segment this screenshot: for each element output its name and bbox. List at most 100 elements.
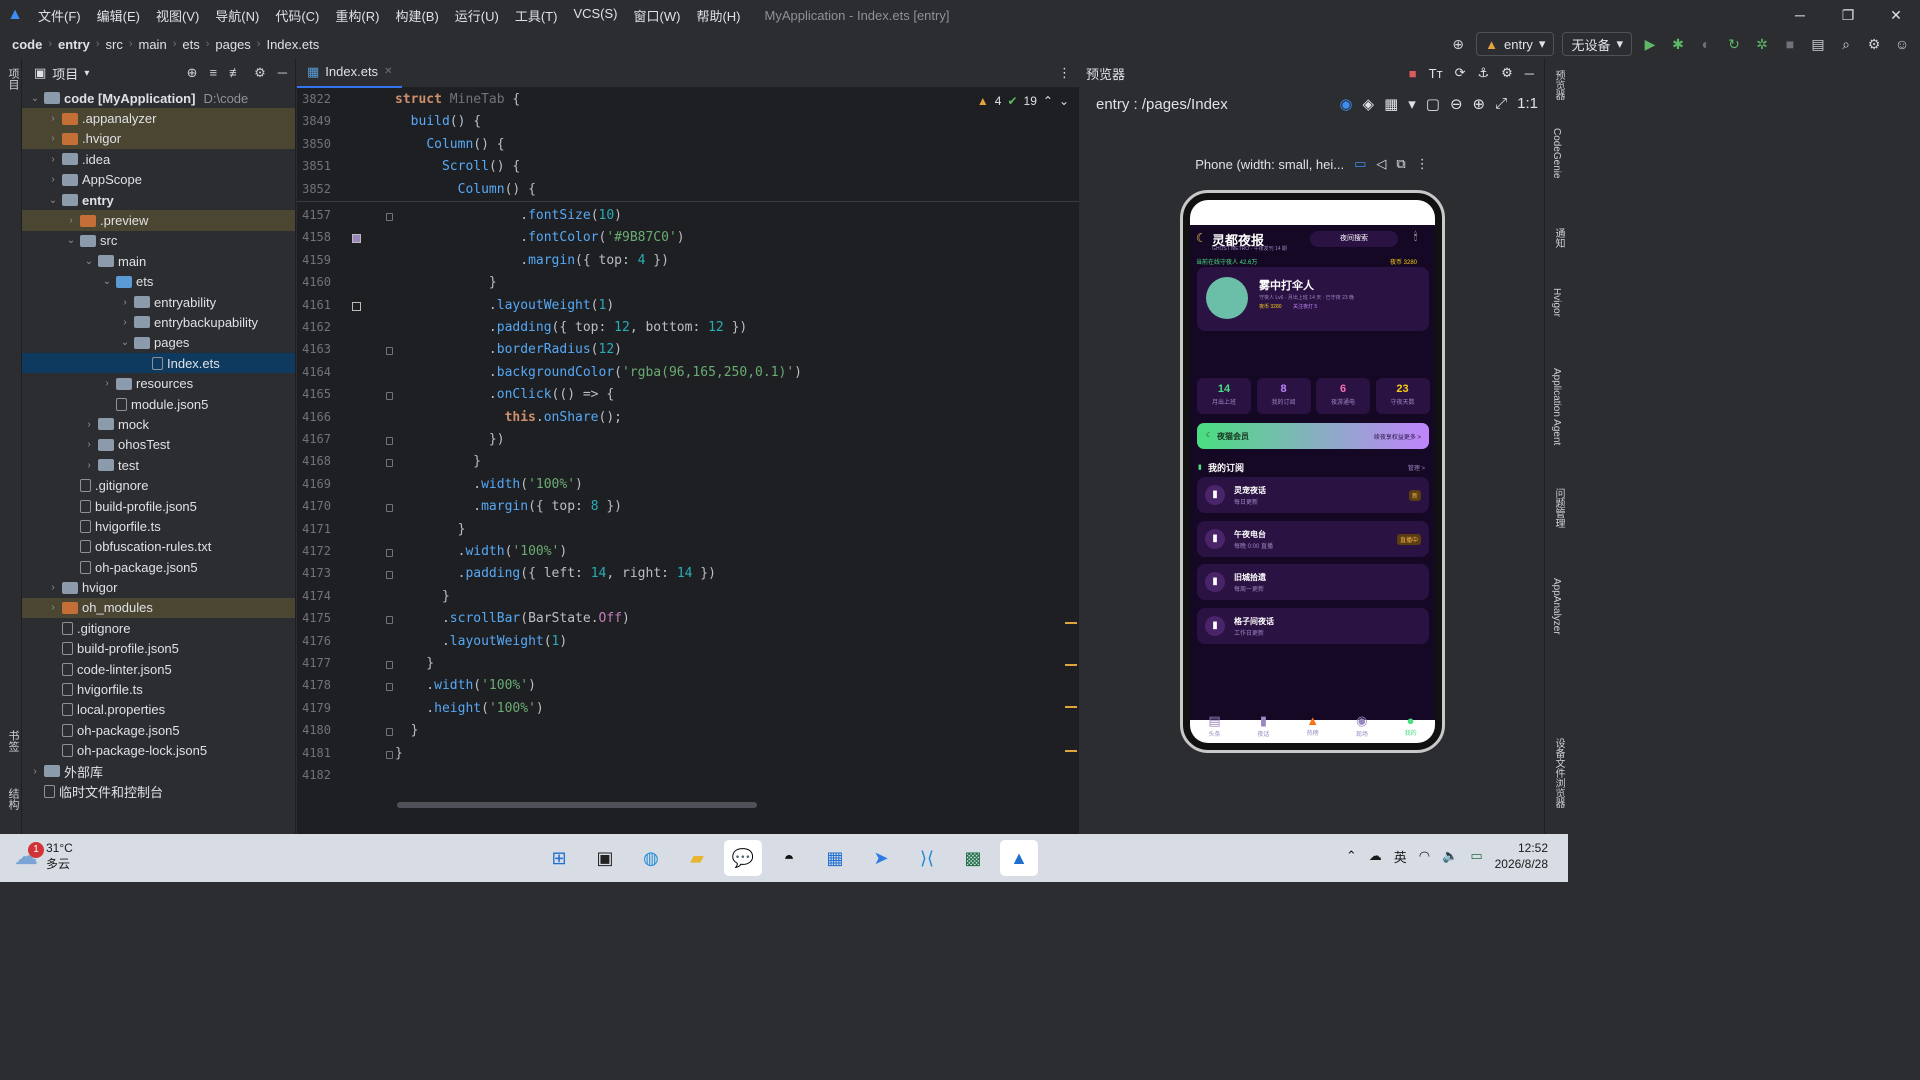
chevron-right-icon[interactable]: › (118, 317, 132, 328)
grid-icon[interactable]: ▦ (1384, 95, 1398, 113)
menu-item[interactable]: 重构(R) (327, 6, 387, 25)
search-button[interactable]: 夜间搜索 (1310, 231, 1398, 247)
tree-item[interactable]: › oh_modules (22, 597, 295, 619)
chevron-right-icon[interactable]: › (46, 154, 60, 165)
subscription-item[interactable]: ▮ 灵宠夜话 每日更新 新 (1197, 477, 1429, 513)
tree-item[interactable]: build-profile.json5 (22, 496, 295, 516)
code-line[interactable]: build() { (395, 114, 481, 129)
code-line[interactable]: } (395, 746, 403, 761)
tool-window-button[interactable]: 问题管理 (1551, 488, 1566, 528)
code-line[interactable]: .width('100%') (395, 477, 583, 492)
tree-item[interactable]: › .preview (22, 210, 295, 231)
menu-item[interactable]: 文件(F) (30, 6, 89, 25)
zoom-in-icon[interactable]: ⊕ (1473, 95, 1486, 113)
breadcrumb-item[interactable]: ets (182, 37, 199, 52)
minimize-icon[interactable]: ─ (1776, 0, 1824, 30)
more-tabs-icon[interactable]: ⋮ (1058, 65, 1071, 81)
tree-item[interactable]: › entryability (22, 292, 295, 312)
rotate-icon[interactable]: ⧉ (1396, 156, 1405, 172)
code-line[interactable]: }) (395, 432, 505, 447)
tree-item[interactable]: Index.ets (22, 353, 295, 374)
menu-item[interactable]: 构建(B) (387, 6, 446, 25)
project-structure-icon[interactable]: ▤ (1808, 34, 1828, 54)
task-view-icon[interactable]: ▣ (586, 840, 624, 876)
subscription-item[interactable]: ▮ 格子间夜话 工作日更新 (1197, 607, 1429, 644)
tool-window-button[interactable]: 通知 (1551, 228, 1566, 248)
tree-item[interactable]: › entrybackupability (22, 312, 295, 332)
code-line[interactable]: .margin({ top: 4 }) (395, 253, 669, 268)
chevron-up-icon[interactable]: ⌃ (1043, 94, 1053, 108)
chevron-right-icon[interactable]: › (82, 419, 96, 430)
stat-card[interactable]: 23 守夜天数 (1375, 378, 1430, 414)
subscription-item[interactable]: ▮ 旧城拾遗 每周一更新 (1197, 564, 1429, 600)
stop-icon[interactable]: ■ (1780, 34, 1800, 54)
start-icon[interactable]: ⊞ (540, 840, 578, 876)
fold-marker-icon[interactable] (386, 437, 393, 445)
tab-2[interactable]: ▮ 夜话 (1257, 713, 1269, 738)
tool-window-button[interactable]: Application Agent (1551, 368, 1562, 445)
wifi-icon[interactable]: ◠ (1419, 848, 1430, 864)
clock[interactable]: 12:52 2026/8/28 (1495, 840, 1548, 872)
run-icon[interactable]: ▶ (1640, 34, 1660, 54)
subs-manage-link[interactable]: 管理 > (1408, 463, 1425, 472)
tree-item[interactable]: › .appanalyzer (22, 108, 295, 129)
menu-item[interactable]: VCS(S) (565, 6, 625, 25)
menu-item[interactable]: 视图(V) (148, 6, 207, 25)
tree-item[interactable]: oh-package.json5 (22, 720, 295, 740)
file-explorer-icon[interactable]: ▰ (678, 840, 716, 876)
breadcrumb-item[interactable]: entry (58, 37, 90, 52)
ratio-icon[interactable]: 1:1 (1517, 95, 1538, 113)
hide-icon[interactable]: ─ (1525, 66, 1534, 81)
tree-item[interactable]: › 外部库 (22, 761, 295, 781)
layers-icon[interactable]: ◈ (1363, 95, 1375, 113)
tool-window-button[interactable]: Hvigor (1551, 288, 1562, 317)
code-line[interactable]: struct MineTab { (395, 92, 520, 107)
code-line[interactable]: Column() { (395, 137, 504, 152)
tree-item[interactable]: › .idea (22, 149, 295, 169)
fold-marker-icon[interactable] (386, 728, 393, 737)
code-line[interactable]: } (395, 454, 481, 469)
breadcrumb-item[interactable]: src (105, 37, 122, 52)
code-line[interactable]: } (395, 589, 450, 604)
search-icon[interactable]: ⌕ (1836, 34, 1856, 54)
refresh-icon[interactable]: ⟳ (1455, 65, 1466, 81)
target-icon[interactable]: ⊕ (1448, 34, 1468, 54)
feishu-icon[interactable]: ➤ (862, 840, 900, 876)
code-line[interactable]: } (395, 656, 434, 671)
chevron-right-icon[interactable]: › (100, 378, 114, 389)
chevron-up-icon[interactable]: ⌃ (1346, 848, 1357, 864)
back-icon[interactable]: ◁ (1376, 156, 1386, 172)
stat-card[interactable]: 8 我的订阅 (1256, 378, 1311, 414)
qq-icon[interactable]: ◓ (770, 840, 808, 876)
vip-banner[interactable]: ☾ 夜猫会员 续夜享权益更多 > (1197, 423, 1429, 449)
chevron-right-icon[interactable]: › (28, 766, 42, 777)
chevron-right-icon[interactable]: › (82, 439, 96, 450)
menu-item[interactable]: 编辑(E) (89, 6, 148, 25)
fullscreen-icon[interactable]: ⤢ (1495, 95, 1507, 113)
close-icon[interactable]: ✕ (1872, 0, 1920, 30)
fold-marker-icon[interactable] (386, 750, 393, 759)
warning-mark[interactable] (1065, 750, 1077, 752)
hide-icon[interactable]: ─ (278, 65, 287, 81)
inspector-icon[interactable]: ⚓ (1477, 65, 1489, 81)
menu-item[interactable]: 运行(U) (447, 6, 507, 25)
menu-item[interactable]: 代码(C) (267, 6, 327, 25)
tree-item[interactable]: ⌄ ets (22, 272, 295, 292)
menu-item[interactable]: 导航(N) (207, 6, 267, 25)
horizontal-scrollbar[interactable] (397, 802, 757, 808)
code-line[interactable]: } (395, 522, 466, 537)
tree-item[interactable]: ⌄ pages (22, 333, 295, 353)
fold-marker-icon[interactable] (386, 683, 393, 692)
subscription-item[interactable]: ▮ 午夜电台 每晚 0:00 直播 直播中 (1197, 520, 1429, 557)
edge-icon[interactable]: ◍ (632, 840, 670, 876)
code-line[interactable]: Scroll() { (395, 159, 520, 174)
locate-icon[interactable]: ⊕ (187, 65, 198, 81)
code-line[interactable]: .onClick(() => { (395, 387, 614, 402)
tree-item[interactable]: build-profile.json5 (22, 639, 295, 659)
stat-card[interactable]: 6 夜游通电 (1316, 378, 1370, 414)
candle-icon[interactable]: 🕯 (1414, 231, 1417, 244)
tree-item[interactable]: › resources (22, 373, 295, 393)
color-swatch[interactable] (352, 234, 361, 244)
stop-preview-icon[interactable]: ■ (1409, 66, 1417, 81)
tree-item[interactable]: › ohosTest (22, 435, 295, 455)
